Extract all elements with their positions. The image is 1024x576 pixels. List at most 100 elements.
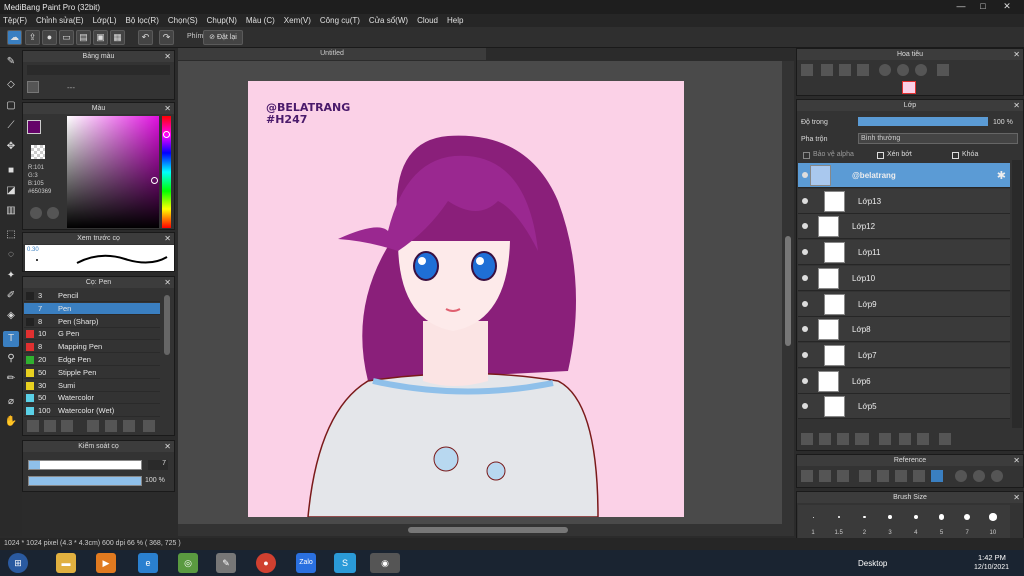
visibility-icon[interactable] xyxy=(802,274,808,281)
menu-capture[interactable]: Chụp(N) xyxy=(207,16,237,25)
rotate-right-icon[interactable] xyxy=(897,64,909,76)
ref-fit-icon[interactable] xyxy=(895,470,907,482)
minimize-button[interactable]: — xyxy=(950,0,972,14)
chrome-icon[interactable]: ● xyxy=(256,553,276,573)
menu-tools[interactable]: Công cụ(T) xyxy=(320,16,360,25)
menu-view[interactable]: Xem(V) xyxy=(284,16,311,25)
ref-actual-icon[interactable] xyxy=(913,470,925,482)
cloud-icon[interactable]: ☁ xyxy=(7,30,22,45)
brush-item-g-pen[interactable]: 10 G Pen xyxy=(24,328,160,341)
visibility-icon[interactable] xyxy=(802,172,808,178)
upload-icon[interactable]: ⇪ xyxy=(25,30,40,45)
paint-icon[interactable]: ✎ xyxy=(216,553,236,573)
menu-window[interactable]: Cửa sổ(W) xyxy=(369,16,408,25)
canvas-vscroll-thumb[interactable] xyxy=(785,236,791,346)
redo-icon[interactable]: ↷ xyxy=(159,30,174,45)
clip-checkbox[interactable] xyxy=(877,152,884,159)
layer-row-selected[interactable]: @belatrang ✱ xyxy=(798,163,1010,188)
start-icon[interactable]: ⊞ xyxy=(8,553,28,573)
canvas-tab[interactable]: Untitled xyxy=(178,48,486,60)
select-pen-tool-icon[interactable]: ✐ xyxy=(3,288,19,304)
menu-color[interactable]: Màu (C) xyxy=(246,16,275,25)
visibility-icon[interactable] xyxy=(802,249,808,256)
canvas-hscroll-thumb[interactable] xyxy=(408,527,568,533)
ref-reset-icon[interactable] xyxy=(991,470,1003,482)
brush-item-stipple-pen[interactable]: 50 Stipple Pen xyxy=(24,367,160,379)
brush-item-pen-sharp[interactable]: 8 Pen (Sharp) xyxy=(24,316,160,328)
zoom-in-icon[interactable] xyxy=(801,64,813,76)
visibility-icon[interactable] xyxy=(802,300,808,307)
palette-selector[interactable] xyxy=(27,65,170,75)
ref-rotate-left-icon[interactable] xyxy=(955,470,967,482)
new-palette-icon[interactable] xyxy=(27,81,39,93)
wheel-icon[interactable] xyxy=(47,207,59,219)
ref-open-icon[interactable] xyxy=(801,470,813,482)
lasso-tool-icon[interactable]: ◌ xyxy=(3,247,19,263)
eyedropper-tool-icon[interactable]: ⌀ xyxy=(3,394,19,410)
fill-rect-tool-icon[interactable]: ■ xyxy=(3,163,19,179)
color-cursor[interactable] xyxy=(151,177,158,184)
document-canvas[interactable]: @BELATRANG #H247 xyxy=(248,81,684,517)
brush-item-watercolor[interactable]: 50 Watercolor xyxy=(24,392,160,405)
window-icon[interactable]: ▤ xyxy=(76,30,91,45)
text-tool-icon[interactable]: T xyxy=(3,331,19,347)
layer-scrollbar[interactable] xyxy=(1012,160,1022,428)
navigator-thumbnail[interactable] xyxy=(902,81,916,94)
palette-icon[interactable] xyxy=(30,207,42,219)
saturation-value-picker[interactable] xyxy=(67,116,159,228)
gradient-tool-icon[interactable]: ▥ xyxy=(3,203,19,219)
rectangle-tool-icon[interactable]: ▢ xyxy=(3,98,19,114)
visibility-icon[interactable] xyxy=(802,403,808,410)
bucket-tool-icon[interactable]: ◪ xyxy=(3,183,19,199)
visibility-icon[interactable] xyxy=(802,223,808,230)
layer-row[interactable]: Lớp8 xyxy=(798,317,1010,343)
ref-zoom-out-icon[interactable] xyxy=(877,470,889,482)
brush-size-slider[interactable] xyxy=(28,460,142,470)
grid-icon[interactable]: ▦ xyxy=(110,30,125,45)
brush-delete-icon[interactable] xyxy=(143,420,155,432)
close-button[interactable]: ✕ xyxy=(996,0,1018,14)
move-tool-icon[interactable]: ✥ xyxy=(3,139,19,155)
eraser-tool-icon[interactable]: ◇ xyxy=(3,77,19,93)
note-icon[interactable]: ▭ xyxy=(59,30,74,45)
menu-help[interactable]: Help xyxy=(447,16,463,25)
ref-zoom-in-icon[interactable] xyxy=(859,470,871,482)
brush-scrollbar[interactable] xyxy=(164,295,170,355)
ref-hand-icon[interactable] xyxy=(931,470,943,482)
ref-rotate-right-icon[interactable] xyxy=(973,470,985,482)
close-icon[interactable]: ✕ xyxy=(1013,49,1020,60)
layer-row[interactable]: Lớp9 xyxy=(798,291,1010,317)
close-icon[interactable]: ✕ xyxy=(1013,492,1020,503)
new-halftone-layer-icon[interactable] xyxy=(819,433,831,445)
brush-cloud-icon[interactable] xyxy=(27,420,39,432)
brush-size-cell[interactable]: 2 xyxy=(853,505,875,538)
brush-item-edge-pen[interactable]: 20 Edge Pen xyxy=(24,354,160,366)
medibang-icon[interactable]: ◉ xyxy=(370,553,400,573)
reset-button[interactable]: ⊘ Đặt lại xyxy=(203,30,243,45)
brush-size-value[interactable]: 7 xyxy=(148,460,168,470)
menu-edit[interactable]: Chỉnh sửa(E) xyxy=(36,16,84,25)
skype-icon[interactable]: S xyxy=(334,553,356,573)
secondary-color-swatch[interactable] xyxy=(31,145,45,159)
new-layer-icon[interactable] xyxy=(801,433,813,445)
hue-cursor[interactable] xyxy=(163,131,170,138)
close-icon[interactable]: ✕ xyxy=(164,441,171,452)
close-icon[interactable]: ✕ xyxy=(1013,455,1020,466)
brush-add-icon[interactable] xyxy=(44,420,56,432)
menu-layer[interactable]: Lớp(L) xyxy=(93,16,117,25)
brush-duplicate-icon[interactable] xyxy=(123,420,135,432)
menu-filter[interactable]: Bộ lọc(R) xyxy=(126,16,159,25)
brush-opacity-slider[interactable] xyxy=(28,476,142,486)
app-icon[interactable]: ◎ xyxy=(178,553,198,573)
brush-copy-icon[interactable] xyxy=(61,420,73,432)
lock-checkbox[interactable] xyxy=(952,152,959,159)
brush-item-pencil[interactable]: 3 Pencil xyxy=(24,290,160,302)
delete-layer-icon[interactable] xyxy=(939,433,951,445)
maximize-button[interactable]: □ xyxy=(972,0,994,14)
layer-settings-icon[interactable] xyxy=(917,433,929,445)
layer-row[interactable]: Lớp5 xyxy=(798,394,1010,420)
fit-icon[interactable] xyxy=(839,64,851,76)
visibility-icon[interactable] xyxy=(802,351,808,358)
merge-icon[interactable] xyxy=(899,433,911,445)
brush-size-cell[interactable]: 1.5 xyxy=(828,505,850,538)
